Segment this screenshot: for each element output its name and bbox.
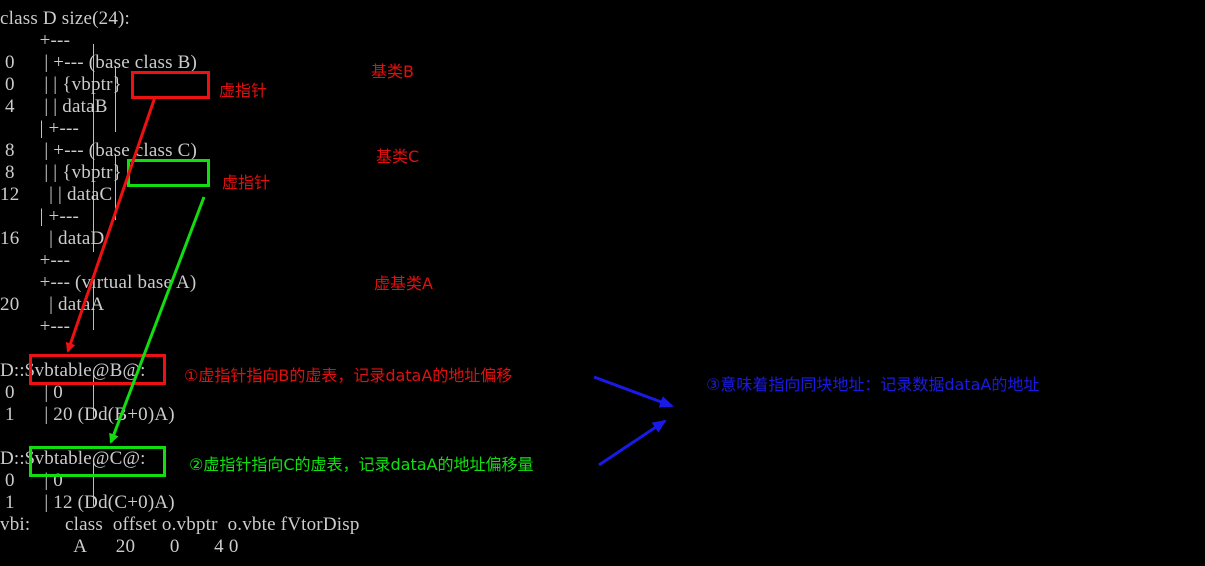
label-base-class-c: 基类C xyxy=(376,147,420,166)
label-virtual-base-a: 虚基类A xyxy=(374,274,433,293)
console-window: class D size(24): +--- 0 | +--- (base cl… xyxy=(0,0,1205,566)
arrow-note-c-to-note-same xyxy=(598,419,667,467)
label-vptr-b: 虚指针 xyxy=(219,81,268,100)
arrow-overlay xyxy=(65,96,674,467)
label-base-class-b: 基类B xyxy=(371,62,414,81)
label-vptr-c: 虚指针 xyxy=(222,173,271,192)
arrow-vbptr-c-to-vbtable xyxy=(109,196,206,444)
note-same-address: ③意味着指向同块地址：记录数据dataA的地址 xyxy=(706,375,1040,394)
note-vbptr-c: ②虚指针指向C的虚表，记录dataA的地址偏移量 xyxy=(189,455,534,474)
arrow-vbptr-b-to-vbtable xyxy=(65,96,157,353)
arrow-note-b-to-note-same xyxy=(593,375,674,408)
note-vbptr-b: ①虚指针指向B的虚表，记录dataA的地址偏移 xyxy=(184,366,513,385)
